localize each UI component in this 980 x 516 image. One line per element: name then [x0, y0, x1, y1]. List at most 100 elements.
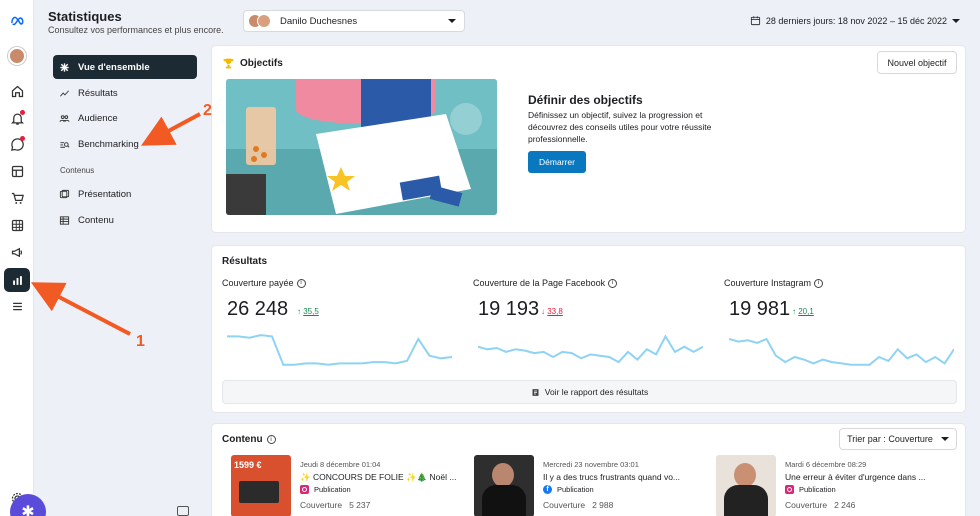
post-text: ✨ CONCOURS DE FOLIE ✨🎄 Noël ... — [300, 472, 457, 482]
annotation-number-1: 1 — [136, 333, 145, 350]
info-icon[interactable]: i — [608, 278, 618, 288]
results-card: Résultats Couverture payée i 26 248 ↑ 35… — [211, 245, 966, 413]
metric-change: ↑ 35,5 — [297, 307, 319, 316]
objectives-promo-text: Définissez un objectif, suivez la progre… — [528, 110, 712, 144]
sparkline-chart — [227, 334, 452, 366]
content-post[interactable]: 1599 € Jeudi 8 décembre 01:04 ✨ CONCOURS… — [231, 455, 471, 516]
app-icon-rail — [0, 0, 34, 516]
metric-facebook-reach[interactable]: Couverture de la Page Facebook i 19 193 … — [473, 278, 703, 364]
insights-bar-chart-icon[interactable] — [4, 268, 30, 292]
info-icon[interactable]: i — [814, 278, 824, 288]
annotation-number-2: 2 — [203, 102, 212, 119]
see-report-label: Voir le rapport des résultats — [544, 387, 649, 397]
post-reach: Couverture 2 246 — [785, 500, 855, 510]
post-reach: Couverture 2 988 — [543, 500, 613, 510]
nav-item-label: Benchmarking — [78, 138, 139, 150]
nav-item-label: Résultats — [78, 87, 118, 99]
post-reach-label: Couverture — [543, 500, 586, 510]
calendar-icon — [750, 16, 760, 26]
info-icon[interactable]: i — [266, 435, 276, 444]
metric-value: 26 248 — [227, 298, 289, 320]
post-type-label: Publication — [557, 485, 594, 494]
date-range-label: 28 derniers jours: 18 nov 2022 – 15 déc … — [765, 15, 947, 26]
objectives-illustration — [226, 79, 497, 215]
post-reach-value: 5 237 — [349, 500, 371, 510]
chevron-down-icon — [952, 18, 960, 23]
home-icon[interactable] — [4, 79, 30, 103]
shop-cart-icon[interactable] — [4, 186, 30, 210]
metric-label: Couverture Instagram — [724, 278, 812, 288]
metric-change-value: 35,5 — [303, 307, 319, 316]
new-objective-button[interactable]: Nouvel objectif — [877, 51, 957, 74]
notifications-icon[interactable] — [4, 106, 30, 130]
page-title: Statistiques — [48, 9, 122, 24]
sparkline-chart — [729, 337, 954, 366]
post-date: Jeudi 8 décembre 01:04 — [300, 460, 381, 469]
info-icon[interactable]: i — [296, 278, 306, 288]
post-type-label: Publication — [799, 485, 836, 494]
metric-label: Couverture payée — [222, 278, 294, 288]
account-avatars — [248, 13, 272, 29]
nav-item-audience[interactable]: Audience — [53, 106, 197, 130]
metric-change: ↓ 33,8 — [541, 307, 563, 316]
start-button[interactable]: Démarrer — [528, 151, 586, 173]
results-title: Résultats — [222, 256, 268, 267]
post-text: Une erreur à éviter d'urgence dans ... — [785, 472, 926, 482]
nav-item-presentation[interactable]: Présentation — [53, 182, 197, 206]
nav-item-label: Vue d'ensemble — [78, 61, 150, 73]
messages-icon[interactable] — [4, 132, 30, 156]
planner-grid-icon[interactable] — [4, 213, 30, 237]
post-reach-value: 2 246 — [834, 500, 856, 510]
all-tools-menu-icon[interactable] — [4, 294, 30, 318]
content-post[interactable]: Mercredi 23 novembre 03:01 Il y a des tr… — [474, 455, 714, 516]
chevron-down-icon — [448, 19, 456, 23]
thumbnail-price: 1599 € — [234, 460, 262, 470]
nav-item-label: Contenu — [78, 214, 114, 226]
date-range-selector[interactable]: 28 derniers jours: 18 nov 2022 – 15 déc … — [750, 15, 960, 26]
post-type: Publication — [300, 485, 351, 494]
post-date: Mardi 6 décembre 08:29 — [785, 460, 867, 469]
post-type-label: Publication — [314, 485, 351, 494]
nav-item-content[interactable]: Contenu — [53, 208, 197, 232]
metric-label-row: Couverture payée i — [222, 278, 452, 288]
benchmark-icon — [60, 141, 70, 148]
meta-logo-icon[interactable] — [4, 8, 30, 32]
metric-value: 19 193 — [478, 298, 540, 320]
objectives-heading: Objectifs — [222, 57, 283, 70]
chevron-down-icon — [940, 437, 949, 441]
page-subtitle: Consultez vos performances et plus encor… — [48, 25, 224, 35]
nav-item-overview[interactable]: Vue d'ensemble — [53, 55, 197, 79]
post-thumbnail — [474, 455, 534, 516]
nav-item-results[interactable]: Résultats — [53, 81, 197, 105]
collapse-panel-icon[interactable] — [177, 506, 189, 516]
nav-item-benchmarking[interactable]: Benchmarking — [53, 132, 197, 156]
content-title: Contenu — [222, 434, 263, 445]
overview-icon — [60, 62, 69, 72]
instagram-icon — [300, 485, 309, 494]
metric-instagram-reach[interactable]: Couverture Instagram i 19 981 ↑ 20,1 — [724, 278, 954, 366]
metric-label-row: Couverture de la Page Facebook i — [473, 278, 703, 288]
profile-avatar[interactable] — [4, 44, 30, 68]
sort-dropdown[interactable]: Trier par : Couverture — [839, 428, 957, 450]
posts-icon[interactable] — [4, 159, 30, 183]
post-text: Il y a des trucs frustrants quand vo... — [543, 472, 681, 482]
objectives-card: Objectifs Nouvel objectif Définir des ob… — [211, 45, 966, 233]
trophy-icon — [223, 58, 234, 69]
ads-megaphone-icon[interactable] — [4, 240, 30, 264]
metric-change: ↑ 20,1 — [792, 307, 814, 316]
metric-value: 19 981 — [729, 298, 791, 320]
content-post[interactable]: Mardi 6 décembre 08:29 Une erreur à évit… — [716, 455, 956, 516]
post-thumbnail: 1599 € — [231, 455, 291, 516]
see-results-report-button[interactable]: Voir le rapport des résultats — [222, 380, 957, 404]
sort-label: Trier par : Couverture — [847, 434, 933, 444]
post-type: f Publication — [543, 485, 594, 494]
post-date: Mercredi 23 novembre 03:01 — [543, 460, 639, 469]
post-thumbnail — [716, 455, 776, 516]
account-selector[interactable]: Danilo Duchesnes — [243, 10, 465, 32]
metric-paid-reach[interactable]: Couverture payée i 26 248 ↑ 35,5 — [222, 278, 452, 366]
insights-nav: Vue d'ensemble Résultats Audience Benchm… — [40, 45, 206, 516]
objectives-promo-title: Définir des objectifs — [528, 93, 643, 107]
nav-section-heading: Contenus — [60, 166, 95, 175]
metric-label-row: Couverture Instagram i — [724, 278, 954, 288]
table-icon — [59, 215, 70, 225]
